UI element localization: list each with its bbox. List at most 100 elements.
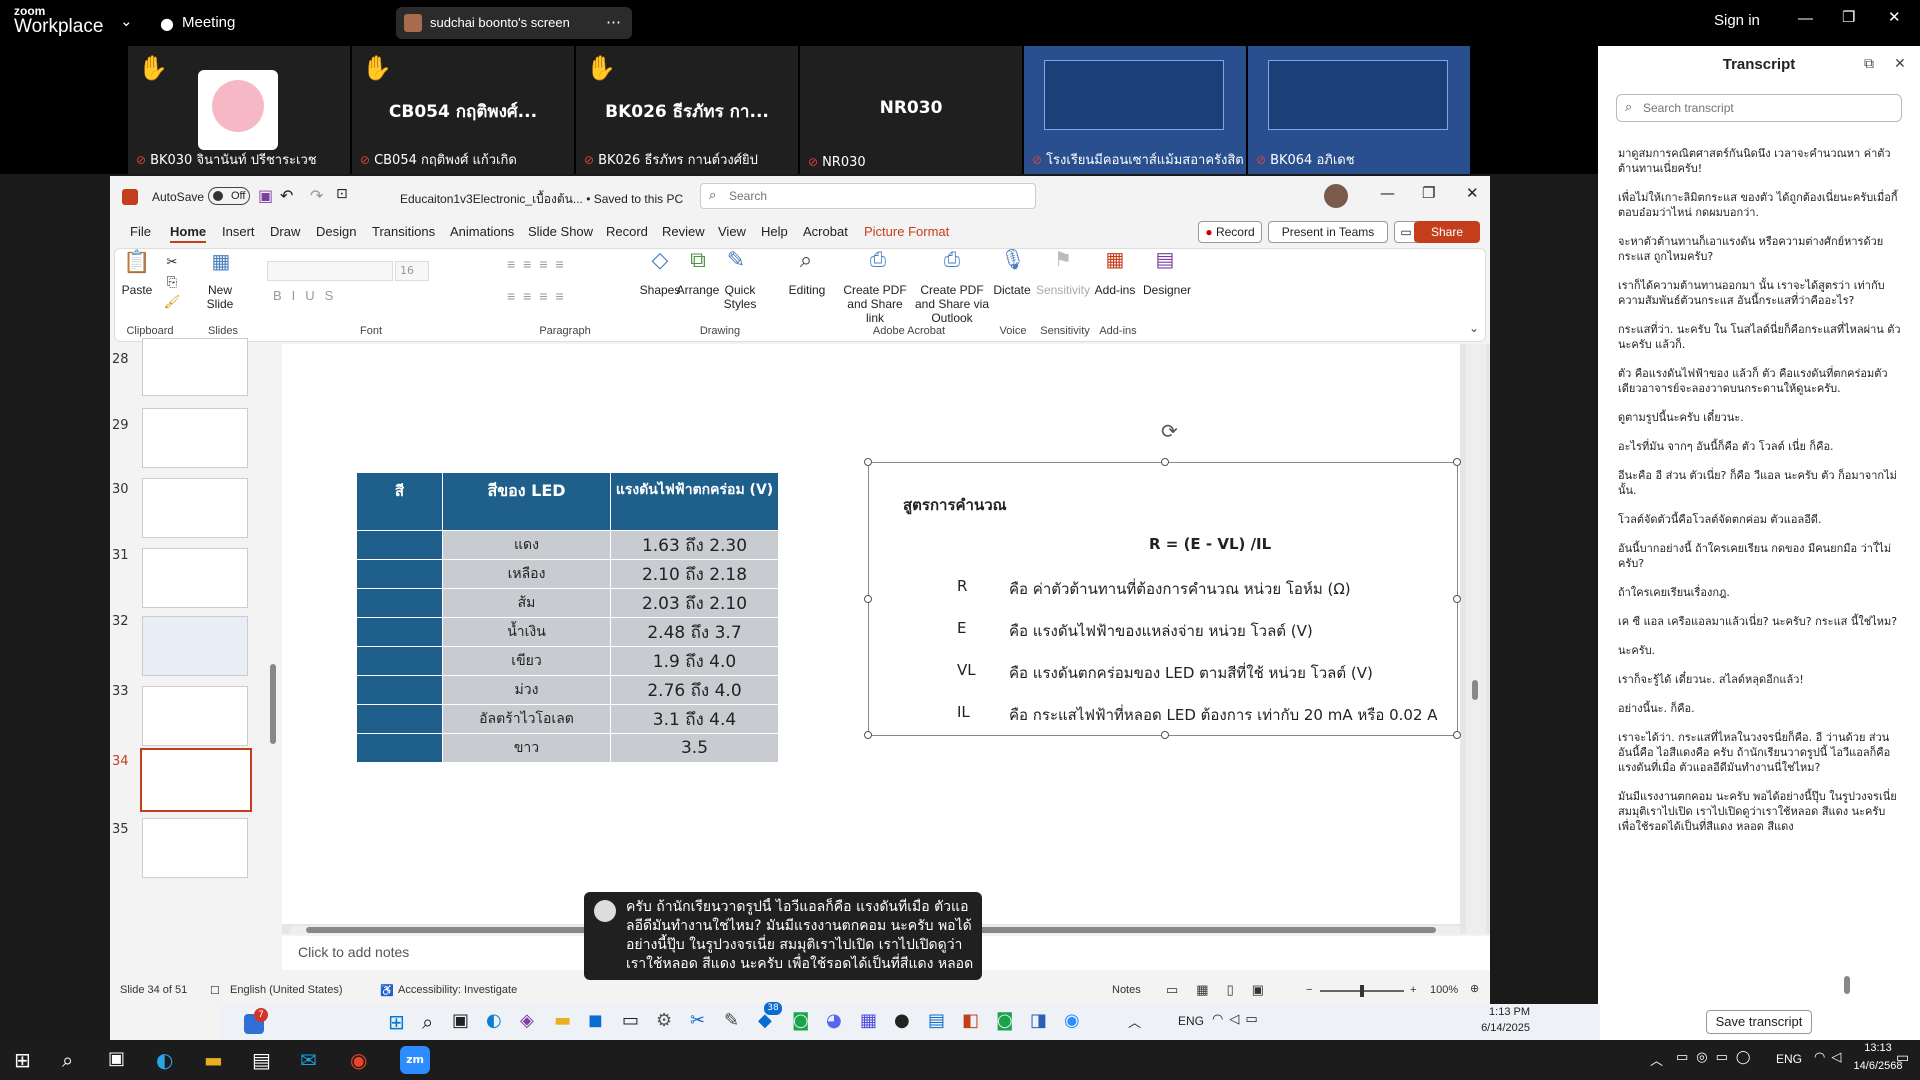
store-icon[interactable]: ▤ bbox=[252, 1048, 271, 1072]
designer-button[interactable]: Designer bbox=[1139, 283, 1195, 297]
record-button[interactable]: ● Record bbox=[1198, 221, 1262, 243]
view-buttons[interactable]: ▭▦▯▣ bbox=[1166, 982, 1282, 998]
more-icon[interactable]: ⋯ bbox=[606, 13, 621, 31]
line-icon[interactable]: ◙ bbox=[792, 1010, 809, 1031]
microphone-icon[interactable]: 🎙 bbox=[993, 250, 1033, 270]
participant-tile[interactable]: ✋ BK026 ธีรภัทร กา... ⊘ BK026 ธีรภัทร กาน… bbox=[576, 46, 798, 174]
zoom-level[interactable]: 100% bbox=[1430, 984, 1458, 996]
tab-record[interactable]: Record bbox=[606, 224, 648, 239]
mail-icon[interactable]: ✉ bbox=[300, 1048, 317, 1072]
save-icon[interactable]: ▣ bbox=[258, 186, 273, 205]
autosave-toggle[interactable]: Off bbox=[208, 187, 250, 205]
slide-thumbnail-selected[interactable] bbox=[140, 748, 252, 812]
windows-start-icon[interactable]: ⊞ bbox=[14, 1048, 31, 1072]
file-title[interactable]: Educaiton1v3Electronic_เบื้องต้น... • Sa… bbox=[400, 190, 683, 209]
tab-design[interactable]: Design bbox=[316, 224, 356, 239]
outlook-icon[interactable]: ◼ bbox=[588, 1010, 603, 1031]
chevron-up-icon[interactable]: ︿ bbox=[1128, 1012, 1141, 1031]
tab-file[interactable]: File bbox=[130, 224, 151, 239]
designer-icon[interactable]: ▤ bbox=[1145, 250, 1185, 270]
tab-view[interactable]: View bbox=[718, 224, 746, 239]
font-size-select[interactable]: 16 bbox=[395, 261, 429, 281]
led-voltage-table[interactable]: สี สีของ LED แรงดันไฟฟ้าตกคร่อม (V) แดง 1… bbox=[356, 472, 779, 763]
editing-button[interactable]: Editing bbox=[787, 283, 827, 297]
line-icon[interactable]: ◙ bbox=[996, 1010, 1013, 1031]
tab-insert[interactable]: Insert bbox=[222, 224, 255, 239]
rotate-handle-icon[interactable]: ⟳ bbox=[1161, 419, 1178, 443]
addins-icon[interactable]: ▦ bbox=[1095, 250, 1135, 270]
resize-handle[interactable] bbox=[1453, 731, 1461, 739]
zoom-out-icon[interactable]: − bbox=[1306, 984, 1312, 996]
cut-icon[interactable]: ✂ bbox=[163, 255, 181, 269]
tab-help[interactable]: Help bbox=[761, 224, 788, 239]
slide-thumbnail[interactable] bbox=[142, 338, 248, 396]
zoom-taskbar-icon[interactable]: zm bbox=[400, 1046, 430, 1074]
participant-tile[interactable]: ✋ ⊘ BK030 จินานันท์ ปรีชาระเวช bbox=[128, 46, 350, 174]
search-transcript-box[interactable]: ⌕ bbox=[1616, 94, 1902, 122]
minimize-icon[interactable]: — bbox=[1798, 10, 1813, 27]
sign-in-link[interactable]: Sign in bbox=[1714, 12, 1760, 29]
undo-icon[interactable]: ↶ bbox=[280, 186, 293, 205]
tab-review[interactable]: Review bbox=[662, 224, 705, 239]
github-icon[interactable]: ● bbox=[894, 1010, 910, 1031]
close-icon[interactable]: ✕ bbox=[1894, 56, 1906, 72]
tab-home[interactable]: Home bbox=[170, 224, 207, 243]
resize-handle[interactable] bbox=[1161, 458, 1169, 466]
chrome-icon[interactable]: ◉ bbox=[350, 1048, 367, 1072]
resize-handle[interactable] bbox=[864, 731, 872, 739]
slide-thumbnail[interactable] bbox=[142, 616, 248, 676]
quick-styles-icon[interactable]: ✎ bbox=[721, 249, 751, 271]
search-transcript-input[interactable] bbox=[1643, 98, 1893, 118]
present-in-teams-button[interactable]: Present in Teams bbox=[1268, 221, 1388, 243]
formula-textbox[interactable]: ⟳ สูตรการคำนวณ R = (E - VL) /IL R คือ ค่… bbox=[864, 419, 1461, 739]
tab-slide-show[interactable]: Slide Show bbox=[528, 224, 593, 239]
present-icon[interactable]: ⊡ bbox=[336, 186, 348, 202]
scrollbar-thumb[interactable] bbox=[1844, 976, 1850, 994]
resize-handle[interactable] bbox=[1453, 595, 1461, 603]
close-icon[interactable]: ✕ bbox=[1888, 8, 1901, 26]
popout-icon[interactable]: ⧉ bbox=[1864, 56, 1874, 72]
task-view-icon[interactable]: ▣ bbox=[108, 1048, 125, 1069]
spellcheck-icon[interactable]: ☐ bbox=[210, 984, 220, 997]
slide-thumbnail[interactable] bbox=[142, 686, 248, 746]
font-format-buttons[interactable]: BIUS bbox=[273, 289, 473, 303]
search-input[interactable] bbox=[729, 187, 1019, 205]
addins-button[interactable]: Add-ins bbox=[1089, 283, 1141, 297]
resize-handle[interactable] bbox=[1161, 731, 1169, 739]
search-box[interactable]: ⌕ bbox=[700, 183, 1036, 209]
search-icon[interactable]: ⌕ bbox=[422, 1010, 433, 1034]
copilot-icon[interactable]: ◈ bbox=[520, 1010, 534, 1031]
minimize-icon[interactable]: — bbox=[1380, 184, 1395, 202]
paragraph-buttons[interactable]: ≡≡≡≡ bbox=[507, 257, 637, 271]
arrange-icon[interactable]: ⧉ bbox=[683, 249, 713, 271]
create-pdf-outlook-icon[interactable]: ⎙ bbox=[917, 250, 987, 270]
maximize-icon[interactable]: ❐ bbox=[1422, 184, 1435, 202]
zoom-slider[interactable] bbox=[1320, 985, 1404, 997]
slide-thumbnail[interactable] bbox=[142, 548, 248, 608]
snipping-icon[interactable]: ✂ bbox=[690, 1010, 705, 1031]
share-button[interactable]: Share bbox=[1414, 221, 1480, 243]
file-explorer-icon[interactable]: ▬ bbox=[554, 1010, 571, 1031]
accessibility-status[interactable]: Accessibility: Investigate bbox=[398, 984, 517, 996]
app-icon[interactable]: ⚙ bbox=[656, 1010, 672, 1031]
notifications-icon[interactable]: ▭ bbox=[1896, 1050, 1909, 1066]
notes-toggle[interactable]: Notes bbox=[1112, 984, 1141, 996]
fit-slide-icon[interactable]: ⊕ bbox=[1470, 982, 1479, 995]
chevron-down-icon[interactable]: ⌄ bbox=[1469, 321, 1479, 335]
file-explorer-icon[interactable]: ▬ bbox=[204, 1048, 223, 1072]
participant-tile[interactable]: ⊘ BK064 อภิเดช bbox=[1248, 46, 1470, 174]
scrollbar-thumb[interactable] bbox=[1472, 680, 1478, 700]
paste-icon[interactable]: 📋 bbox=[117, 251, 157, 273]
maximize-icon[interactable]: ❐ bbox=[1842, 8, 1855, 26]
avatar[interactable] bbox=[1324, 184, 1348, 208]
task-view-icon[interactable]: ▣ bbox=[452, 1010, 469, 1031]
search-icon[interactable]: ⌕ bbox=[62, 1048, 73, 1072]
terminal-icon[interactable]: ▭ bbox=[622, 1010, 639, 1031]
scrollbar-thumb[interactable] bbox=[270, 664, 276, 744]
new-slide-icon[interactable]: ▦ bbox=[199, 252, 243, 272]
tab-transitions[interactable]: Transitions bbox=[372, 224, 435, 239]
shapes-icon[interactable]: ◇ bbox=[645, 249, 675, 271]
screen-share-badge[interactable]: sudchai boonto's screen ⋯ bbox=[396, 7, 632, 39]
tab-animations[interactable]: Animations bbox=[450, 224, 514, 239]
network-volume-icons[interactable]: ◠◁ bbox=[1814, 1050, 1847, 1065]
